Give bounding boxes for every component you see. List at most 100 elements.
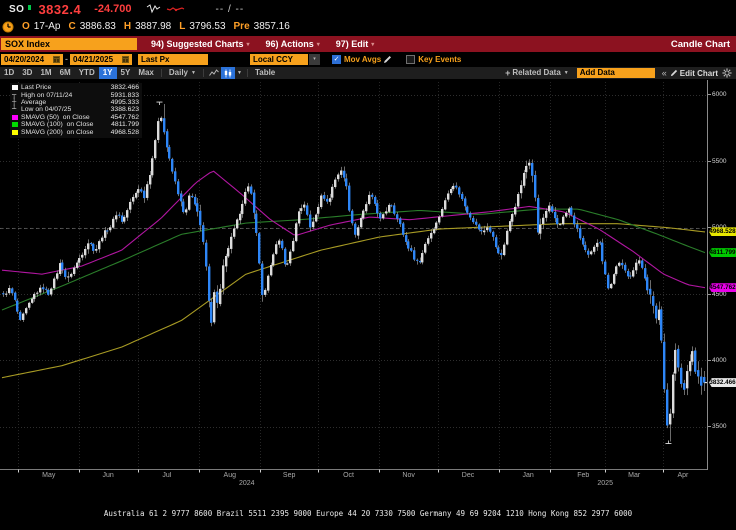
range-button-1m[interactable]: 1M — [36, 67, 55, 79]
x-axis-month-label: May — [42, 472, 55, 479]
candle-chart-canvas[interactable] — [0, 80, 707, 474]
gear-icon[interactable] — [722, 68, 732, 78]
legend-row[interactable]: Last Price3832.466 — [12, 84, 139, 91]
y-axis-tick: 3500 — [708, 423, 726, 430]
range-button-ytd[interactable]: YTD — [75, 67, 99, 79]
legend-value: 4995.333 — [111, 99, 139, 106]
toolbar-separator — [161, 69, 162, 77]
chart-controls-row: 04/20/2024 - 04/21/2025 Last Px Local CC… — [0, 52, 736, 66]
high-value: 3887.98 — [135, 21, 171, 32]
last-price: 3832.4 — [38, 2, 81, 17]
range-buttons: 1D3D1M6MYTD1Y5YMax — [0, 67, 158, 79]
intraday-sparkline-icon — [146, 4, 186, 14]
legend-swatch — [12, 115, 18, 120]
price-field-select[interactable]: Last Px — [138, 54, 208, 65]
calendar-icon — [53, 56, 60, 63]
y-axis-tick: 5500 — [708, 158, 726, 165]
y-axis-tick: 4000 — [708, 357, 726, 364]
collapse-chevron-icon[interactable]: « — [662, 68, 667, 78]
key-events-checkbox[interactable] — [406, 55, 415, 64]
chevron-down-icon: ▾ — [247, 41, 250, 48]
currency-dropdown-button[interactable]: ▾ — [309, 54, 320, 65]
chevron-down-icon: ▾ — [371, 41, 374, 48]
pencil-icon[interactable] — [383, 55, 392, 64]
menu-bar: SOX Index 94) Suggested Charts▾ 96) Acti… — [0, 36, 736, 52]
terminal-footer: Australia 61 2 9777 8600 Brazil 5511 239… — [0, 489, 736, 530]
price-badge: 4547.762 — [709, 283, 736, 292]
low-label: L — [179, 21, 185, 32]
menu-actions[interactable]: 96) Actions▾ — [266, 39, 320, 49]
candle-chart-button[interactable] — [221, 67, 235, 79]
range-button-3d[interactable]: 3D — [18, 67, 36, 79]
menu-edit[interactable]: 97) Edit▾ — [336, 39, 375, 49]
x-axis-month-label: Feb — [577, 472, 589, 479]
y-axis-tick: 6000 — [708, 91, 726, 98]
x-axis-month-label: Jul — [162, 472, 171, 479]
legend-row[interactable]: ┼Average4995.333 — [12, 99, 139, 106]
chart-legend: Last Price3832.466┬High on 07/11/245931.… — [10, 83, 142, 138]
legend-row[interactable]: SMAVG (200) on Close4968.528 — [12, 128, 139, 135]
currency-select[interactable]: Local CCY — [250, 54, 308, 65]
price-badge: 4811.799 — [709, 248, 736, 257]
edit-chart-button[interactable]: Edit Chart — [670, 69, 718, 78]
open-label: O — [22, 21, 30, 32]
legend-marker-icon: ┴ — [12, 106, 21, 113]
chart-type-dropdown[interactable]: ▼ — [235, 67, 244, 79]
range-button-max[interactable]: Max — [134, 67, 158, 79]
session-date: 17-Ap — [34, 21, 61, 32]
mov-avgs-label: Mov Avgs — [344, 55, 381, 64]
legend-label: Low on 04/07/25 — [21, 106, 111, 113]
ohlc-row: O 17-Ap C 3886.83 H 3887.98 L 3796.53 Pr… — [0, 18, 736, 35]
legend-row[interactable]: ┬High on 07/11/245931.833 — [12, 91, 139, 98]
key-events-label: Key Events — [418, 55, 461, 64]
legend-swatch — [12, 122, 18, 127]
calendar-icon — [122, 56, 129, 63]
x-axis-month-label: Sep — [283, 472, 295, 479]
pencil-icon — [670, 69, 678, 77]
period-select[interactable]: Daily▼ — [165, 67, 200, 79]
quote-summary-row: SO 3832.4 -24.700 -- / -- — [0, 0, 736, 18]
chart-toolbar: 1D3D1M6MYTD1Y5YMax Daily▼ ▼ Table + Rela… — [0, 67, 736, 79]
range-button-5y[interactable]: 5Y — [117, 67, 135, 79]
x-axis-month-label: Aug — [224, 472, 236, 479]
legend-swatch — [12, 85, 18, 90]
legend-value: 4968.528 — [111, 129, 139, 136]
mov-avgs-checkbox[interactable]: ✓ — [332, 55, 341, 64]
delayed-clock-icon — [2, 21, 14, 33]
date-range-dash: - — [65, 54, 68, 64]
legend-value: 5931.833 — [111, 92, 139, 99]
legend-label: SMAVG (100) on Close — [21, 121, 111, 128]
chevron-down-icon: ▾ — [317, 41, 320, 48]
table-button[interactable]: Table — [251, 67, 279, 79]
price-axis: 6000550050004500400035004968.5284811.799… — [707, 80, 736, 470]
legend-row[interactable]: SMAVG (100) on Close4811.799 — [12, 121, 139, 128]
date-from-input[interactable]: 04/20/2024 — [1, 54, 63, 65]
range-button-1y[interactable]: 1Y — [99, 67, 117, 79]
add-data-input[interactable]: Add Data — [577, 68, 655, 78]
line-chart-button[interactable] — [207, 67, 221, 79]
bid-ask-placeholder: -- / -- — [216, 4, 245, 15]
x-axis-month-label: Oct — [343, 472, 354, 479]
toolbar-separator — [203, 69, 204, 77]
range-button-6m[interactable]: 6M — [56, 67, 75, 79]
menu-suggested-charts[interactable]: 94) Suggested Charts▾ — [151, 39, 250, 49]
prev-value: 3857.16 — [254, 21, 290, 32]
x-axis-month-label: Jun — [103, 472, 114, 479]
price-change: -24.700 — [94, 3, 131, 15]
range-button-1d[interactable]: 1D — [0, 67, 18, 79]
menu-items: 94) Suggested Charts▾ 96) Actions▾ 97) E… — [151, 39, 390, 49]
x-axis-month-label: Dec — [462, 472, 474, 479]
legend-label: High on 07/11/24 — [21, 92, 111, 99]
legend-value: 3388.623 — [111, 106, 139, 113]
x-axis-month-label: Apr — [678, 472, 689, 479]
date-to-input[interactable]: 04/21/2025 — [70, 54, 132, 65]
x-axis-month-label: Mar — [628, 472, 640, 479]
high-label: H — [124, 21, 131, 32]
security-input[interactable]: SOX Index — [1, 38, 137, 50]
close-label: C — [68, 21, 75, 32]
legend-row[interactable]: SMAVG (50) on Close4547.762 — [12, 114, 139, 121]
footer-phone-line: Australia 61 2 9777 8600 Brazil 5511 239… — [0, 509, 736, 519]
legend-row[interactable]: ┴Low on 04/07/253388.623 — [12, 106, 139, 113]
related-data-button[interactable]: + Related Data ▼ — [501, 67, 573, 79]
x-axis-month-label: Nov — [402, 472, 414, 479]
